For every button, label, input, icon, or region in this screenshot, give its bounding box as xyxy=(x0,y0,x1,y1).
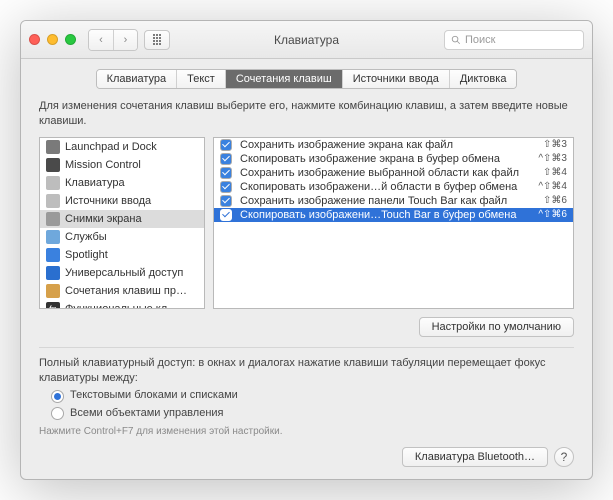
titlebar: ‹ › Клавиатура Поиск xyxy=(21,21,592,59)
category-item[interactable]: fn Функциональные кл… xyxy=(40,300,204,309)
minimize-button[interactable] xyxy=(47,34,58,45)
category-icon xyxy=(46,248,60,262)
category-item[interactable]: Снимки экрана xyxy=(40,210,204,228)
category-icon: fn xyxy=(46,302,60,309)
category-icon xyxy=(46,140,60,154)
category-icon xyxy=(46,176,60,190)
shortcut-label: Сохранить изображение экрана как файл xyxy=(240,139,539,151)
separator xyxy=(39,347,574,348)
category-label: Сочетания клавиш пр… xyxy=(65,285,187,297)
shortcut-keys: ⇧⌘4 xyxy=(543,167,567,178)
category-icon xyxy=(46,284,60,298)
category-label: Снимки экрана xyxy=(65,213,142,225)
checkbox[interactable] xyxy=(220,139,232,151)
shortcut-label: Скопировать изображени…й области в буфер… xyxy=(240,181,534,193)
radio-icon xyxy=(51,390,64,403)
category-icon xyxy=(46,230,60,244)
shortcut-label: Сохранить изображение выбранной области … xyxy=(240,167,539,179)
category-label: Launchpad и Dock xyxy=(65,141,157,153)
shortcut-keys: ^⇧⌘3 xyxy=(538,153,567,164)
category-icon xyxy=(46,212,60,226)
shortcut-item[interactable]: Сохранить изображение панели Touch Bar к… xyxy=(214,194,573,208)
search-input[interactable]: Поиск xyxy=(444,30,584,50)
shortcut-label: Скопировать изображени…Touch Bar в буфер… xyxy=(240,209,534,221)
category-item[interactable]: Launchpad и Dock xyxy=(40,138,204,156)
tab-shortcuts[interactable]: Сочетания клавиш xyxy=(225,70,342,88)
zoom-button[interactable] xyxy=(65,34,76,45)
category-label: Функциональные кл… xyxy=(65,303,178,309)
checkbox[interactable] xyxy=(220,209,232,221)
help-button[interactable]: ? xyxy=(554,447,574,467)
back-button[interactable]: ‹ xyxy=(89,30,113,50)
checkbox[interactable] xyxy=(220,167,232,179)
category-label: Службы xyxy=(65,231,107,243)
nav-buttons: ‹ › xyxy=(88,29,138,51)
category-item[interactable]: Универсальный доступ xyxy=(40,264,204,282)
category-item[interactable]: Spotlight xyxy=(40,246,204,264)
radio-icon xyxy=(51,407,64,420)
kbaccess-option-text[interactable]: Текстовыми блоками и списками xyxy=(51,388,574,403)
category-item[interactable]: Источники ввода xyxy=(40,192,204,210)
checkbox[interactable] xyxy=(220,181,232,193)
shortcut-keys: ^⇧⌘6 xyxy=(538,209,567,220)
category-item[interactable]: Службы xyxy=(40,228,204,246)
shortcut-keys: ^⇧⌘4 xyxy=(538,181,567,192)
tab-keyboard[interactable]: Клавиатура xyxy=(97,70,177,88)
shortcut-keys: ⇧⌘3 xyxy=(543,139,567,150)
instructions: Для изменения сочетания клавиш выберите … xyxy=(39,99,574,129)
tab-bar: Клавиатура Текст Сочетания клавиш Источн… xyxy=(21,59,592,95)
category-item[interactable]: Клавиатура xyxy=(40,174,204,192)
kbaccess-option-all[interactable]: Всеми объектами управления xyxy=(51,406,574,421)
forward-button[interactable]: › xyxy=(113,30,137,50)
category-item[interactable]: Mission Control xyxy=(40,156,204,174)
checkbox[interactable] xyxy=(220,195,232,207)
kbaccess-desc: Полный клавиатурный доступ: в окнах и ди… xyxy=(39,356,574,387)
category-label: Spotlight xyxy=(65,249,108,261)
close-button[interactable] xyxy=(29,34,40,45)
show-all-button[interactable] xyxy=(144,30,170,50)
shortcut-keys: ⇧⌘6 xyxy=(543,195,567,206)
shortcut-item[interactable]: Скопировать изображени…Touch Bar в буфер… xyxy=(214,208,573,222)
shortcut-list[interactable]: Сохранить изображение экрана как файл ⇧⌘3… xyxy=(213,137,574,309)
category-item[interactable]: Сочетания клавиш пр… xyxy=(40,282,204,300)
window-controls xyxy=(29,34,76,45)
category-icon xyxy=(46,266,60,280)
search-icon xyxy=(451,35,461,45)
bluetooth-keyboard-button[interactable]: Клавиатура Bluetooth… xyxy=(402,447,548,467)
shortcut-label: Скопировать изображение экрана в буфер о… xyxy=(240,153,534,165)
category-label: Универсальный доступ xyxy=(65,267,183,279)
shortcut-label: Сохранить изображение панели Touch Bar к… xyxy=(240,195,539,207)
category-label: Клавиатура xyxy=(65,177,125,189)
shortcut-item[interactable]: Скопировать изображение экрана в буфер о… xyxy=(214,152,573,166)
tab-input-sources[interactable]: Источники ввода xyxy=(342,70,449,88)
preferences-window: ‹ › Клавиатура Поиск Клавиатура Текст Со… xyxy=(20,20,593,480)
kbaccess-hint: Нажмите Control+F7 для изменения этой на… xyxy=(39,425,574,439)
checkbox[interactable] xyxy=(220,153,232,165)
category-label: Mission Control xyxy=(65,159,141,171)
tab-text[interactable]: Текст xyxy=(176,70,225,88)
restore-defaults-button[interactable]: Настройки по умолчанию xyxy=(419,317,574,337)
category-label: Источники ввода xyxy=(65,195,151,207)
shortcut-item[interactable]: Скопировать изображени…й области в буфер… xyxy=(214,180,573,194)
category-list[interactable]: Launchpad и Dock Mission Control Клавиатур… xyxy=(39,137,205,309)
shortcut-item[interactable]: Сохранить изображение экрана как файл ⇧⌘3 xyxy=(214,138,573,152)
tab-dictation[interactable]: Диктовка xyxy=(449,70,517,88)
shortcut-item[interactable]: Сохранить изображение выбранной области … xyxy=(214,166,573,180)
category-icon xyxy=(46,194,60,208)
category-icon xyxy=(46,158,60,172)
grid-icon xyxy=(153,34,161,45)
